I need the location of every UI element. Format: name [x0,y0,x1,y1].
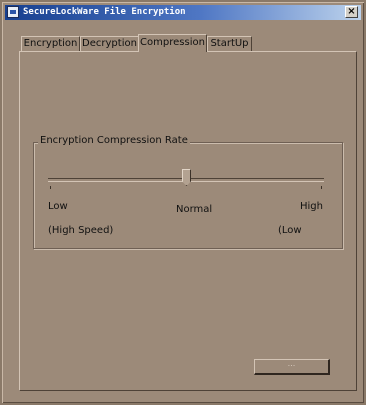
main-window: SecureLockWare File Encryption × Encrypt… [0,0,366,405]
label-normal: Normal [176,204,213,215]
window-title: SecureLockWare File Encryption [23,7,186,17]
app-lock-icon [7,6,19,18]
tab-encryption[interactable]: Encryption [21,36,80,51]
compression-rate-group-title: Encryption Compression Rate [38,135,190,146]
slider-tick-max [321,186,322,189]
tab-startup[interactable]: StartUp [207,36,252,51]
ok-button[interactable]: ... [254,359,330,375]
label-low-note: (Low [278,225,302,236]
title-bar[interactable]: SecureLockWare File Encryption × [5,5,361,20]
slider-tick-min [50,186,51,189]
close-button[interactable]: × [345,6,358,18]
label-low: Low [48,201,68,212]
tab-compression[interactable]: Compression [138,34,207,52]
label-high: High [300,201,323,212]
label-high-speed: (High Speed) [48,225,114,236]
tab-decryption[interactable]: Decryption [80,36,139,51]
